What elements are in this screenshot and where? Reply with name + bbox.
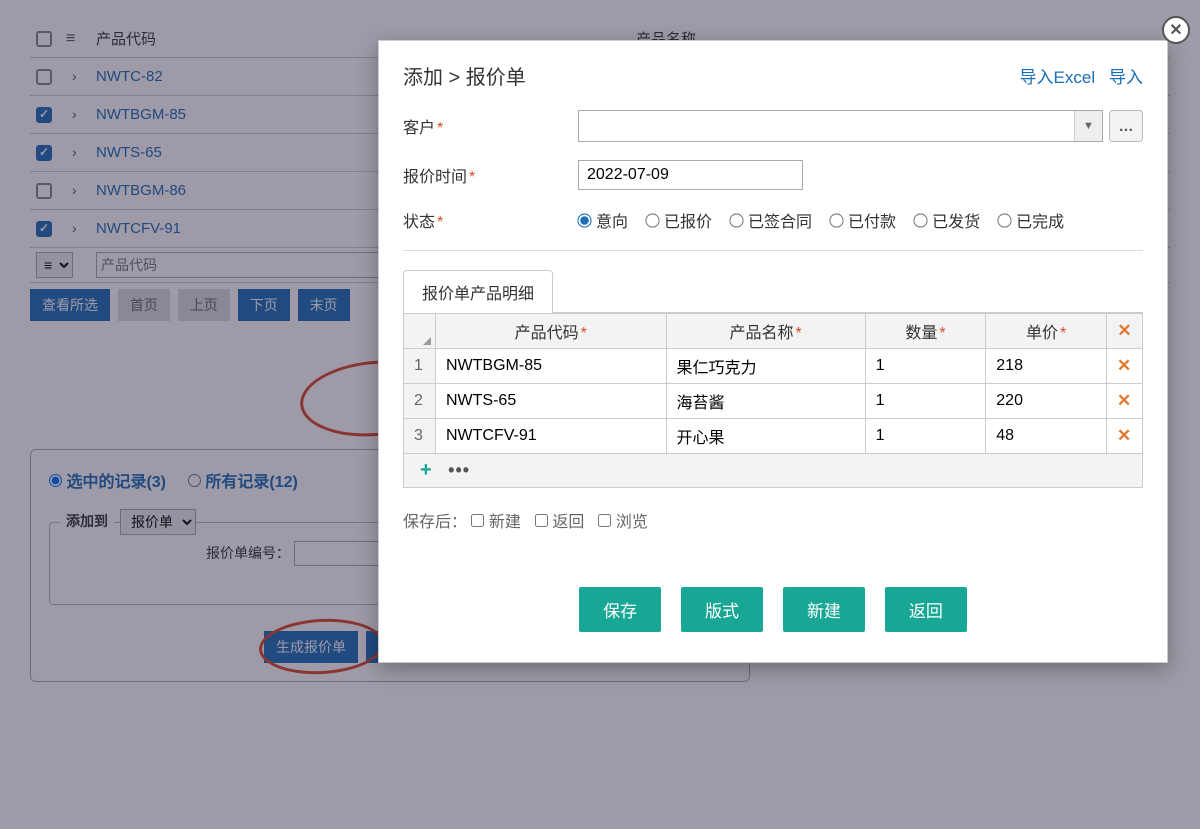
status-radio-已签合同[interactable]: 已签合同: [730, 214, 812, 231]
cell-price[interactable]: 220: [986, 384, 1107, 419]
delete-row-icon[interactable]: ✕: [1117, 391, 1131, 410]
cell-qty[interactable]: 1: [865, 384, 986, 419]
status-radio-已发货[interactable]: 已发货: [914, 214, 980, 231]
delete-row-icon[interactable]: ✕: [1117, 356, 1131, 375]
detail-row: 2NWTS-65海苔酱1220 ✕: [404, 384, 1143, 419]
status-radio-group: 意向 已报价 已签合同 已付款 已发货 已完成: [578, 208, 1082, 232]
cell-price[interactable]: 48: [986, 419, 1107, 454]
save-opt-返回[interactable]: 返回: [535, 514, 584, 531]
cell-code[interactable]: NWTCFV-91: [436, 419, 667, 454]
style-button[interactable]: 版式: [681, 587, 763, 632]
save-after-options: 保存后： 新建 返回 浏览: [403, 508, 1143, 532]
status-radio-已报价[interactable]: 已报价: [646, 214, 712, 231]
status-radio-已完成[interactable]: 已完成: [998, 214, 1064, 231]
modal-title: 添加 > 报价单: [403, 61, 526, 90]
cell-price[interactable]: 218: [986, 349, 1107, 384]
detail-row: 1NWTBGM-85果仁巧克力1218✕: [404, 349, 1143, 384]
row-number: 1: [404, 349, 436, 384]
chevron-down-icon: ▼: [1074, 111, 1102, 141]
save-after-label: 保存后：: [403, 514, 467, 531]
cell-name[interactable]: 开心果: [666, 419, 865, 454]
customer-select[interactable]: ▼: [578, 110, 1103, 142]
detail-table: 产品代码* 产品名称* 数量* 单价* ✕ 1NWTBGM-85果仁巧克力121…: [403, 313, 1143, 488]
row-number: 2: [404, 384, 436, 419]
import-link[interactable]: 导入: [1109, 68, 1143, 87]
cell-qty[interactable]: 1: [865, 349, 986, 384]
tab-quote-details[interactable]: 报价单产品明细: [403, 270, 553, 313]
close-icon[interactable]: ✕: [1162, 16, 1190, 44]
delete-row-icon[interactable]: ✕: [1117, 426, 1131, 445]
more-icon[interactable]: •••: [442, 460, 476, 480]
import-excel-link[interactable]: 导入Excel: [1020, 68, 1096, 87]
status-radio-意向[interactable]: 意向: [578, 214, 628, 231]
row-number: 3: [404, 419, 436, 454]
save-button[interactable]: 保存: [579, 587, 661, 632]
customer-picker-button[interactable]: …: [1109, 110, 1143, 142]
status-label: 状态: [403, 214, 435, 231]
back-button[interactable]: 返回: [885, 587, 967, 632]
cell-name[interactable]: 海苔酱: [666, 384, 865, 419]
cell-name[interactable]: 果仁巧克力: [666, 349, 865, 384]
save-opt-浏览[interactable]: 浏览: [598, 514, 647, 531]
quote-time-input[interactable]: [578, 160, 803, 190]
new-button[interactable]: 新建: [783, 587, 865, 632]
cell-code[interactable]: NWTS-65: [436, 384, 667, 419]
corner-cell: [404, 314, 436, 349]
status-radio-已付款[interactable]: 已付款: [830, 214, 896, 231]
customer-label: 客户: [403, 120, 435, 137]
save-opt-新建[interactable]: 新建: [471, 514, 520, 531]
add-quote-modal: 添加 > 报价单 导入Excel 导入 客户* ▼ … 报价时间* 状态* 意向…: [378, 40, 1168, 663]
cell-code[interactable]: NWTBGM-85: [436, 349, 667, 384]
detail-row: 3NWTCFV-91开心果148 ✕: [404, 419, 1143, 454]
quote-time-label: 报价时间: [403, 169, 467, 186]
delete-column-icon: ✕: [1117, 321, 1131, 340]
add-row-icon[interactable]: +: [414, 459, 438, 481]
cell-qty[interactable]: 1: [865, 419, 986, 454]
